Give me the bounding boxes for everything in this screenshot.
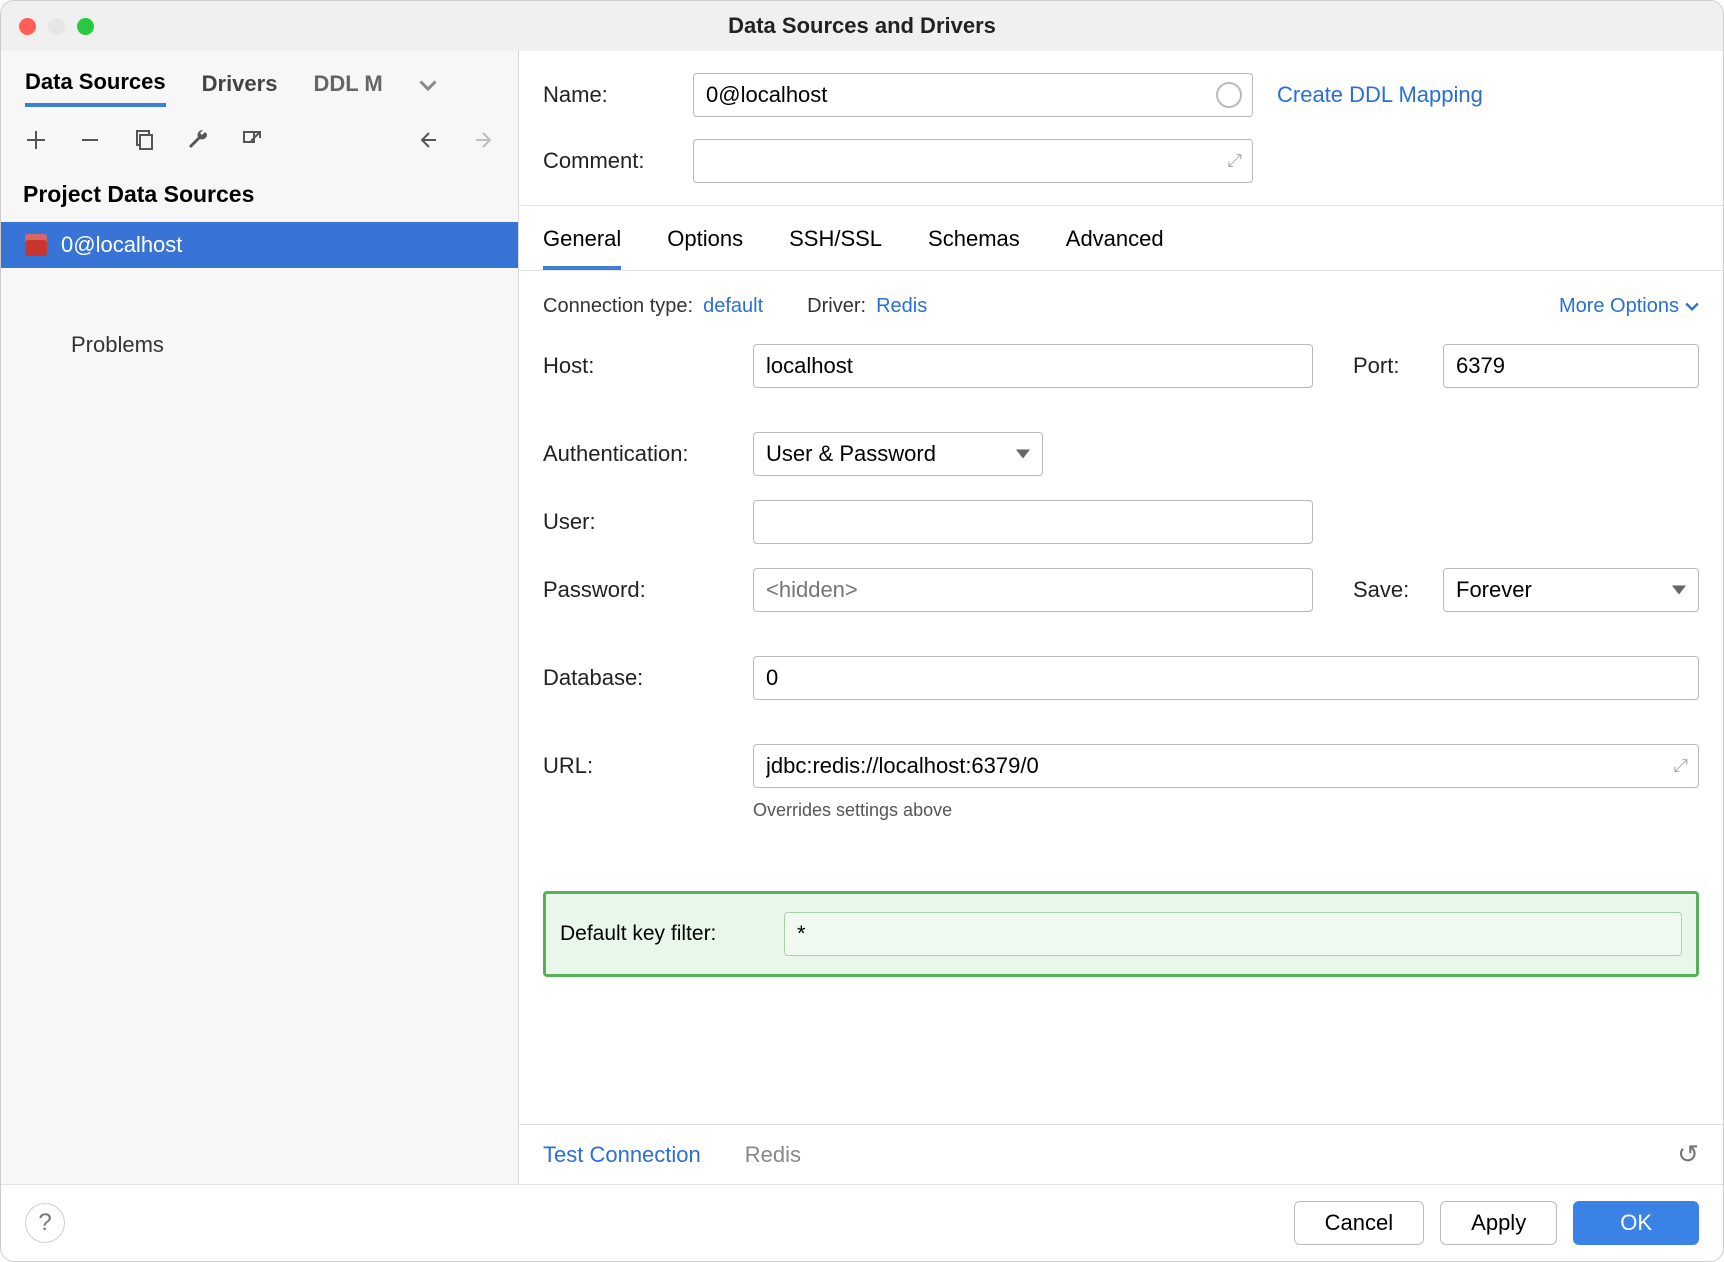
user-input[interactable] [753,500,1313,544]
help-button[interactable]: ? [25,1203,65,1243]
tab-options[interactable]: Options [667,226,743,270]
data-source-item[interactable]: 0@localhost [1,222,518,268]
remove-icon[interactable] [77,127,103,153]
make-global-icon[interactable] [239,127,265,153]
host-label: Host: [543,353,753,379]
default-key-filter-row: Default key filter: [543,891,1699,977]
driver-link[interactable]: Redis [876,295,927,318]
driver-status: Redis [745,1142,801,1168]
filter-input[interactable] [784,912,1682,956]
port-input[interactable] [1443,344,1699,388]
name-input[interactable] [693,73,1253,117]
tab-drivers[interactable]: Drivers [202,71,278,105]
dialog-window: Data Sources and Drivers Data Sources Dr… [0,0,1724,1262]
auth-select[interactable]: User & Password [753,432,1043,476]
url-hint: Overrides settings above [753,800,952,821]
auth-label: Authentication: [543,441,753,467]
redo-icon [470,127,496,153]
redis-icon [25,234,47,256]
database-label: Database: [543,665,753,691]
comment-input[interactable]: ⤢ [693,139,1253,183]
comment-label: Comment: [543,148,693,174]
create-ddl-mapping-link[interactable]: Create DDL Mapping [1277,82,1483,108]
main-panel: Name: Create DDL Mapping Comment: ⤢ [519,51,1723,1184]
cancel-button[interactable]: Cancel [1294,1201,1424,1245]
lowerbar: Test Connection Redis ↺ [519,1124,1723,1184]
undo-icon[interactable] [416,127,442,153]
more-options-link[interactable]: More Options [1559,295,1699,318]
sidebar-section-title: Project Data Sources [1,167,518,222]
duplicate-icon[interactable] [131,127,157,153]
close-window-icon[interactable] [19,18,36,35]
user-label: User: [543,509,753,535]
tab-sshssl[interactable]: SSH/SSL [789,226,882,270]
tab-data-sources[interactable]: Data Sources [25,69,166,107]
connection-type-link[interactable]: default [703,295,763,318]
tab-schemas[interactable]: Schemas [928,226,1020,270]
database-input[interactable] [753,656,1699,700]
footer: ? Cancel Apply OK [1,1184,1723,1261]
add-icon[interactable] [23,127,49,153]
password-label: Password: [543,577,753,603]
url-input[interactable]: ⤢ [753,744,1699,788]
chevron-down-icon[interactable] [419,75,437,101]
traffic-lights [19,18,94,35]
window-title: Data Sources and Drivers [728,13,996,39]
connection-type-label: Connection type: [543,295,693,318]
sidebar-toolbar [1,119,518,167]
reset-icon[interactable]: ↺ [1677,1139,1699,1170]
titlebar: Data Sources and Drivers [1,1,1723,51]
save-label: Save: [1353,577,1443,603]
tab-ddl-mappings[interactable]: DDL M [313,71,382,105]
ok-button[interactable]: OK [1573,1201,1699,1245]
tab-general[interactable]: General [543,226,621,270]
color-indicator-icon[interactable] [1216,82,1242,108]
wrench-icon[interactable] [185,127,211,153]
password-input[interactable] [753,568,1313,612]
filter-label: Default key filter: [560,922,784,946]
save-select[interactable]: Forever [1443,568,1699,612]
port-label: Port: [1353,353,1443,379]
host-input[interactable] [753,344,1313,388]
tab-advanced[interactable]: Advanced [1066,226,1164,270]
url-label: URL: [543,753,753,779]
test-connection-link[interactable]: Test Connection [543,1142,701,1168]
name-label: Name: [543,82,693,108]
sidebar-tabs: Data Sources Drivers DDL M [1,51,518,119]
sidebar: Data Sources Drivers DDL M [1,51,519,1184]
minimize-window-icon[interactable] [48,18,65,35]
apply-button[interactable]: Apply [1440,1201,1557,1245]
data-source-item-label: 0@localhost [61,232,182,258]
sidebar-problems[interactable]: Problems [1,308,518,382]
detail-tabs: General Options SSH/SSL Schemas Advanced [519,206,1723,271]
maximize-window-icon[interactable] [77,18,94,35]
driver-label: Driver: [807,295,866,318]
